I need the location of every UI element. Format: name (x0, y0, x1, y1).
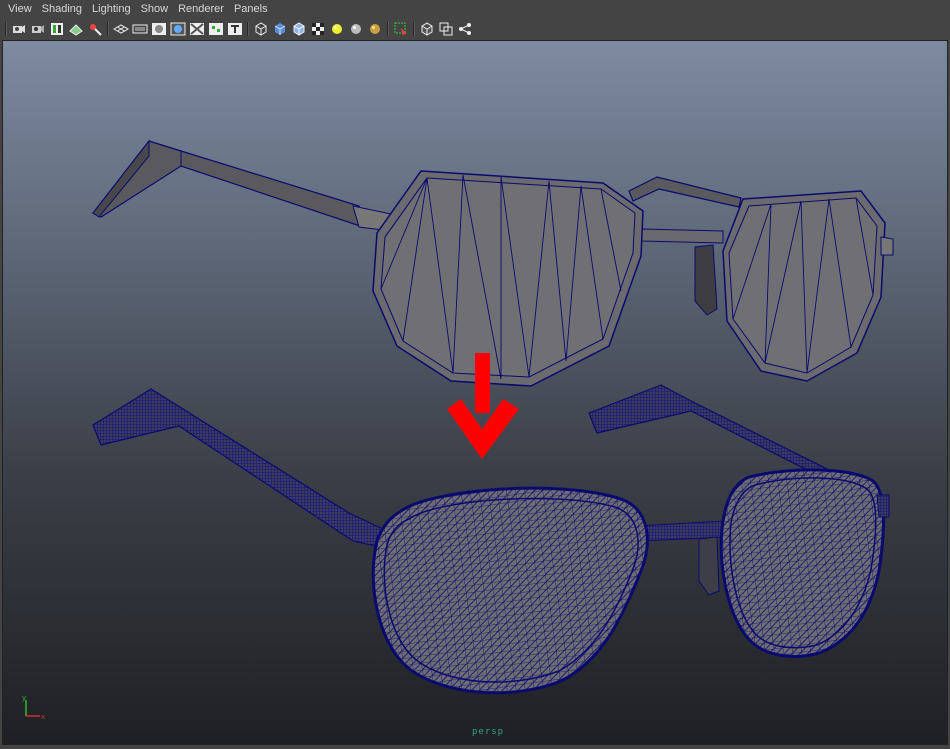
image-plane-icon[interactable] (68, 21, 84, 37)
scene-canvas (92, 139, 894, 695)
menu-show[interactable]: Show (136, 0, 174, 18)
toolbar-separator (413, 21, 415, 36)
menu-lighting[interactable]: Lighting (87, 0, 136, 18)
safe-title-icon[interactable] (227, 21, 243, 37)
field-chart-icon[interactable] (189, 21, 205, 37)
isolate-select-icon[interactable] (393, 21, 409, 37)
camera-name-label: persp (472, 727, 505, 737)
ambient-occlusion-icon[interactable] (367, 21, 383, 37)
3d-viewport[interactable] (2, 40, 948, 745)
menu-shading[interactable]: Shading (37, 0, 87, 18)
toolbar-separator (107, 21, 109, 36)
camera-select-icon[interactable] (11, 21, 27, 37)
film-gate-icon[interactable] (132, 21, 148, 37)
textured-icon[interactable] (310, 21, 326, 37)
maya-viewport-panel: View Shading Lighting Show Renderer Pane… (0, 0, 950, 749)
bookmark-icon[interactable] (49, 21, 65, 37)
menu-view[interactable]: View (0, 0, 37, 18)
gate-mask-icon[interactable] (170, 21, 186, 37)
xray-joints-icon[interactable] (457, 21, 473, 37)
xray-active-components-icon[interactable] (438, 21, 454, 37)
grid-icon[interactable] (113, 21, 129, 37)
panel-bottom-border (0, 745, 950, 749)
use-all-lights-icon[interactable] (329, 21, 345, 37)
shadows-icon[interactable] (348, 21, 364, 37)
axis-x-label: x (41, 713, 45, 721)
toolbar-separator (5, 21, 7, 36)
camera-attributes-icon[interactable] (30, 21, 46, 37)
smooth-shade-icon[interactable] (272, 21, 288, 37)
menu-panels[interactable]: Panels (229, 0, 273, 18)
resolution-gate-icon[interactable] (151, 21, 167, 37)
wireframe-on-shaded-icon[interactable] (291, 21, 307, 37)
panel-menu-bar: View Shading Lighting Show Renderer Pane… (0, 0, 950, 18)
safe-action-icon[interactable] (208, 21, 224, 37)
menu-renderer[interactable]: Renderer (173, 0, 229, 18)
toolbar-separator (247, 21, 249, 36)
axis-gizmo: y x (22, 694, 45, 721)
2d-pan-zoom-icon[interactable] (87, 21, 103, 37)
axis-y-label: y (22, 694, 26, 702)
toolbar-separator (387, 21, 389, 36)
xray-icon[interactable] (419, 21, 435, 37)
panel-toolbar (0, 18, 950, 39)
wireframe-icon[interactable] (253, 21, 269, 37)
low-poly-glasses[interactable] (92, 139, 894, 387)
